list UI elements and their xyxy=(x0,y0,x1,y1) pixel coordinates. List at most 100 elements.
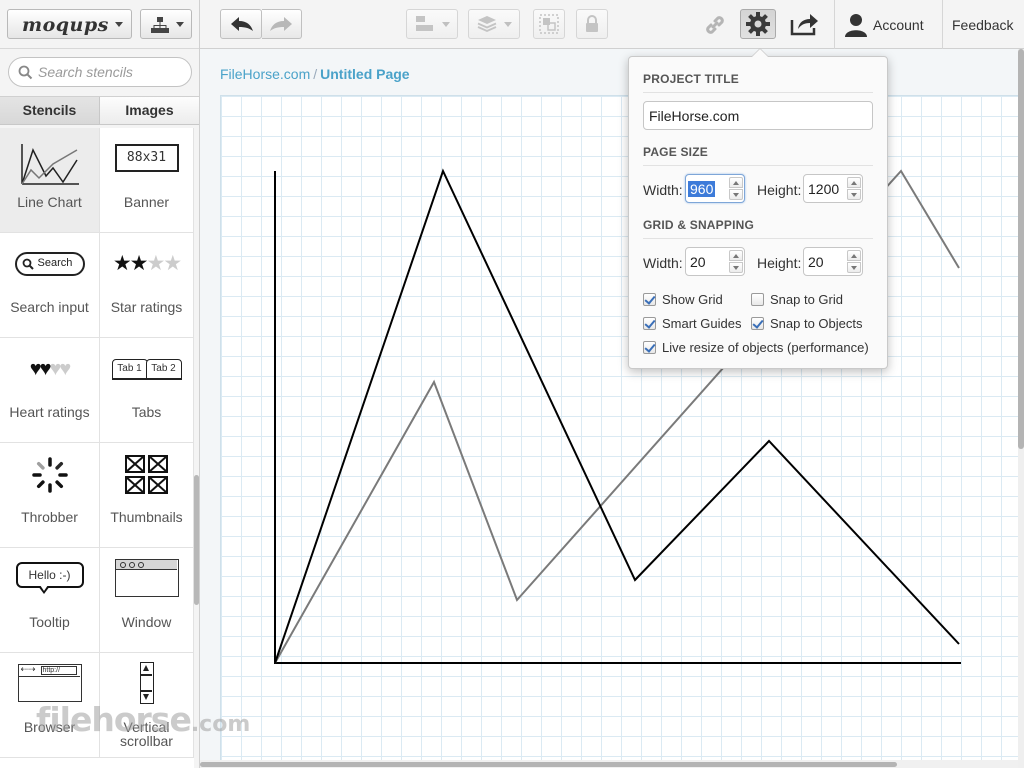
banner-icon: 88x31 xyxy=(114,144,179,172)
checkbox-checked-icon xyxy=(643,341,656,354)
breadcrumb-page[interactable]: Untitled Page xyxy=(320,66,409,82)
checkbox-checked-icon xyxy=(643,293,656,306)
undo-icon xyxy=(231,17,253,31)
stencil-label: Banner xyxy=(123,194,170,210)
stencil-heart-ratings[interactable]: ♥♥♥♥ Heart ratings xyxy=(0,338,100,443)
stencil-label: Star ratings xyxy=(110,299,183,315)
sidebar-scrollbar[interactable] xyxy=(194,475,199,605)
app-menu-button[interactable]: moqups xyxy=(7,9,132,39)
grid-width-stepper[interactable]: 20 xyxy=(685,247,745,276)
stepper-down-arrow[interactable] xyxy=(729,189,743,200)
horizontal-scrollbar[interactable] xyxy=(200,760,1018,768)
chevron-down-icon xyxy=(442,22,450,27)
project-title-heading: PROJECT TITLE xyxy=(643,72,873,93)
page-canvas[interactable] xyxy=(220,95,1020,760)
snap-to-grid-label: Snap to Grid xyxy=(770,292,843,307)
smart-guides-label: Smart Guides xyxy=(662,316,742,331)
line-chart-element[interactable] xyxy=(221,96,1021,761)
grid-height-stepper[interactable]: 20 xyxy=(803,247,863,276)
grid-snapping-heading: GRID & SNAPPING xyxy=(643,218,873,239)
stencil-search-input[interactable] xyxy=(38,63,186,81)
redo-icon xyxy=(270,17,292,31)
checkbox-unchecked-icon xyxy=(751,293,764,306)
user-icon xyxy=(845,14,867,37)
vertical-scrollbar[interactable] xyxy=(1018,49,1024,768)
stepper-up-arrow[interactable] xyxy=(729,177,743,188)
link-icon[interactable] xyxy=(703,13,727,37)
tab-stencils[interactable]: Stencils xyxy=(0,97,100,124)
account-label: Account xyxy=(873,17,924,33)
page-height-value: 1200 xyxy=(808,181,840,197)
chevron-down-icon xyxy=(115,22,123,27)
canvas[interactable]: FileHorse.com / Untitled Page xyxy=(200,49,1020,760)
feedback-button[interactable]: Feedback xyxy=(943,0,1024,49)
project-settings-popover: PROJECT TITLE PAGE SIZE Width: 960 Heigh… xyxy=(628,48,888,369)
undo-button[interactable] xyxy=(220,9,262,39)
page-width-stepper[interactable]: 960 xyxy=(685,174,745,203)
breadcrumb-project[interactable]: FileHorse.com xyxy=(220,66,310,82)
account-button[interactable]: Account xyxy=(835,0,942,49)
tabs-icon-tab-1: Tab 1 xyxy=(111,359,148,379)
stencil-label: Tabs xyxy=(131,404,162,420)
stepper-up-arrow[interactable] xyxy=(847,177,861,188)
tabs-icon-tab-2: Tab 2 xyxy=(145,359,182,379)
stencil-tabs[interactable]: Tab 1 Tab 2 Tabs xyxy=(100,338,194,443)
stepper-up-arrow[interactable] xyxy=(847,250,861,261)
vertical-scrollbar-thumb[interactable] xyxy=(1018,49,1024,449)
tabs-icon: Tab 1 Tab 2 xyxy=(111,359,182,381)
watermark-domain: .com xyxy=(190,712,251,737)
live-resize-label: Live resize of objects (performance) xyxy=(662,340,869,355)
tab-images[interactable]: Images xyxy=(100,97,199,124)
stencil-label: Line Chart xyxy=(17,194,82,210)
stepper-down-arrow[interactable] xyxy=(847,189,861,200)
stencil-thumbnails[interactable]: Thumbnails xyxy=(100,443,194,548)
search-icon xyxy=(18,65,33,80)
feedback-label: Feedback xyxy=(952,17,1014,33)
sidebar-tabs: Stencils Images xyxy=(0,96,199,125)
browser-icon: ⇠⇢ http:// xyxy=(17,664,82,702)
stencil-banner[interactable]: 88x31 Banner xyxy=(100,128,194,233)
group-button[interactable] xyxy=(533,9,565,39)
checkbox-checked-icon xyxy=(643,317,656,330)
page-height-label: Height: xyxy=(757,182,802,198)
breadcrumb-separator: / xyxy=(313,66,318,82)
page-height-stepper[interactable]: 1200 xyxy=(803,174,863,203)
grid-width-value: 20 xyxy=(690,254,706,270)
sidebar: moqups Stencils Images xyxy=(0,0,200,768)
arrange-button[interactable] xyxy=(468,9,520,39)
stencil-line-chart[interactable]: Line Chart xyxy=(0,128,100,233)
stencil-window[interactable]: Window xyxy=(100,548,194,653)
grid-height-label: Height: xyxy=(757,255,802,271)
align-button[interactable] xyxy=(406,9,458,39)
horizontal-scrollbar-thumb[interactable] xyxy=(200,762,897,767)
share-icon[interactable] xyxy=(790,12,820,36)
checkbox-checked-icon xyxy=(751,317,764,330)
chevron-down-icon xyxy=(504,22,512,27)
stepper-down-arrow[interactable] xyxy=(847,262,861,273)
redo-button[interactable] xyxy=(262,9,302,39)
stencil-search-input[interactable]: Search Search input xyxy=(0,233,100,338)
lock-button[interactable] xyxy=(576,9,608,39)
stepper-down-arrow[interactable] xyxy=(729,262,743,273)
project-title-input[interactable] xyxy=(643,101,873,130)
grid-height-value: 20 xyxy=(808,254,824,270)
stencil-search xyxy=(8,57,192,87)
stencil-star-ratings[interactable]: ★★★★ Star ratings xyxy=(100,233,194,338)
app-logo: moqups xyxy=(22,14,109,36)
show-grid-label: Show Grid xyxy=(662,292,723,307)
settings-button[interactable] xyxy=(740,9,776,39)
stencil-tooltip[interactable]: Hello :-) Tooltip xyxy=(0,548,100,653)
stencil-label: Throbber xyxy=(21,509,78,525)
pages-menu-button[interactable] xyxy=(140,9,192,39)
page-width-label: Width: xyxy=(643,182,683,198)
chevron-down-icon xyxy=(176,22,184,27)
stencil-label: Tooltip xyxy=(29,614,70,630)
search-input-icon-text: Search xyxy=(37,257,73,269)
stepper-up-arrow[interactable] xyxy=(729,250,743,261)
star-ratings-icon: ★★★★ xyxy=(112,252,182,275)
window-icon xyxy=(114,559,179,597)
grid-width-label: Width: xyxy=(643,255,683,271)
stencil-throbber[interactable]: Throbber xyxy=(0,443,100,548)
stencil-label: Heart ratings xyxy=(9,404,90,420)
vertical-scrollbar-icon xyxy=(139,662,154,704)
